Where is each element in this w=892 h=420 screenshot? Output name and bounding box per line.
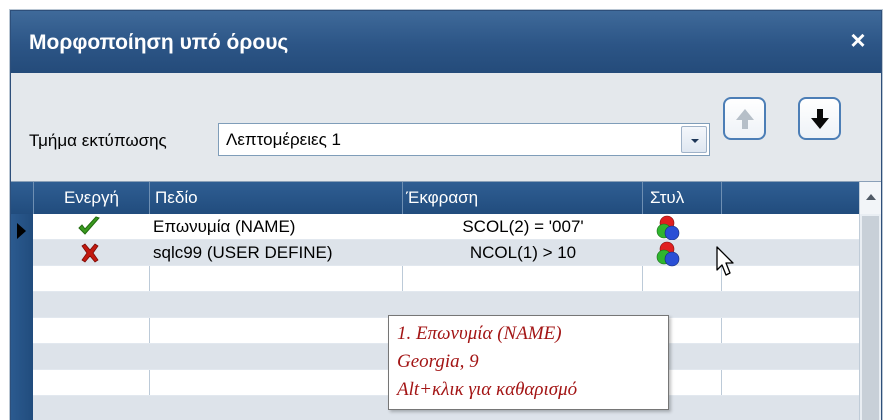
scrollbar-thumb[interactable] (862, 216, 879, 420)
header-style[interactable]: Στυλ (642, 182, 721, 214)
table-row[interactable]: Επωνυμία (NAME) SCOL(2) = '007' (33, 214, 859, 241)
inactive-cross-icon[interactable] (79, 240, 101, 266)
style-circles-icon[interactable] (655, 240, 687, 267)
scroll-up-button[interactable] (860, 182, 881, 214)
tooltip-line-2: Georgia, 9 (397, 351, 479, 372)
header-expression[interactable]: Έκφραση (402, 182, 642, 214)
header-field[interactable]: Πεδίο (149, 182, 402, 214)
active-check-icon[interactable] (77, 214, 101, 240)
chevron-down-icon (691, 139, 699, 143)
tooltip-line-1: 1. Επωνυμία (NAME) (397, 323, 562, 344)
expression-cell: NCOL(1) > 10 (469, 243, 577, 262)
header-empty (721, 182, 861, 214)
style-tooltip: 1. Επωνυμία (NAME) Georgia, 9 Alt+κλικ γ… (388, 315, 669, 410)
close-button[interactable]: × (843, 25, 873, 55)
grid-header: Ενεργή Πεδίο Έκφραση Στυλ (11, 182, 881, 214)
header-active[interactable]: Ενεργή (33, 182, 149, 214)
arrow-down-icon (811, 109, 829, 129)
expression-cell: SCOL(2) = '007' (462, 217, 584, 236)
mouse-pointer-icon (716, 246, 734, 276)
row-indicator-column (11, 182, 33, 420)
vertical-scrollbar[interactable] (859, 182, 881, 420)
chevron-up-icon (866, 194, 876, 200)
field-cell: Επωνυμία (NAME) (153, 217, 296, 236)
title-bar: Μορφοποίηση υπό όρους × (11, 11, 881, 73)
field-cell: sqlc99 (USER DEFINE) (153, 243, 333, 262)
tooltip-line-3: Alt+κλικ για καθαρισμό (397, 379, 578, 400)
dialog-title: Μορφοποίηση υπό όρους (29, 31, 289, 54)
section-dropdown-value: Λεπτομέρειες 1 (226, 130, 341, 149)
move-up-button[interactable] (723, 97, 766, 140)
style-circles-icon[interactable] (655, 214, 687, 241)
dropdown-button[interactable] (681, 126, 707, 153)
arrow-up-icon (736, 109, 754, 129)
section-label: Τμήμα εκτύπωσης (29, 131, 167, 150)
section-dropdown[interactable]: Λεπτομέρειες 1 (218, 123, 710, 156)
current-row-pointer-icon (17, 223, 26, 239)
toolbar: Τμήμα εκτύπωσης Λεπτομέρειες 1 (11, 73, 881, 181)
move-down-button[interactable] (798, 97, 841, 140)
